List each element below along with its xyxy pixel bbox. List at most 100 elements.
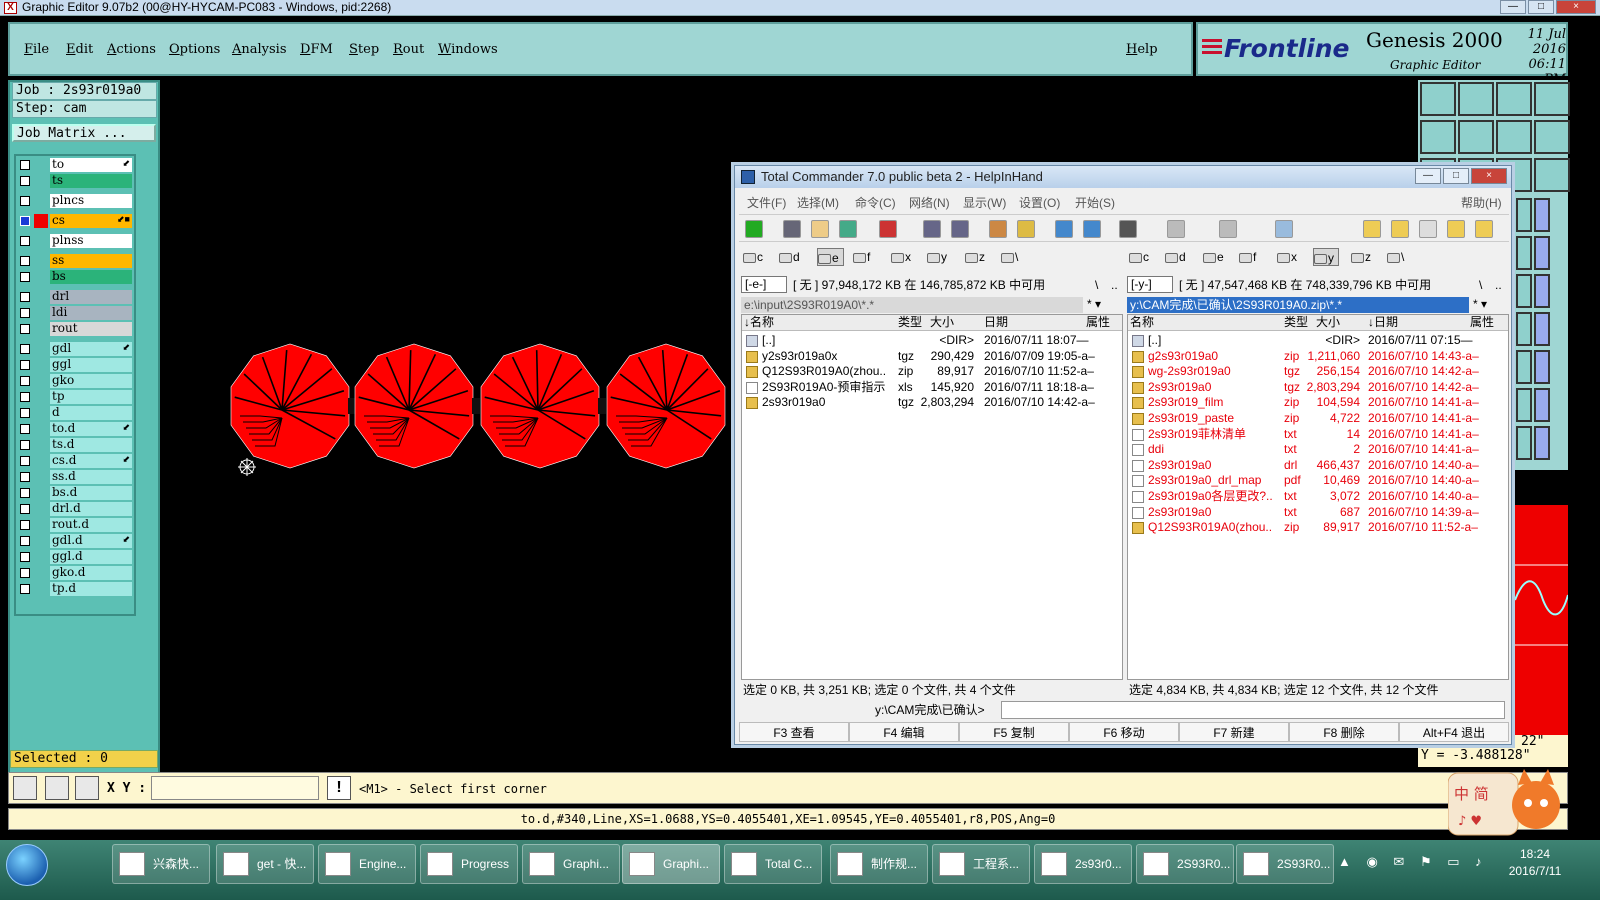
tc-toolbar-icon[interactable] <box>879 220 897 238</box>
menu-file[interactable]: File <box>24 42 49 57</box>
altf4-exit-button[interactable]: Alt+F4 退出 <box>1399 722 1509 742</box>
layer-row-d[interactable]: d <box>18 406 134 420</box>
graphic-canvas[interactable] <box>162 80 734 770</box>
tc-menu-command[interactable]: 命令(C) <box>855 194 896 211</box>
tool-button[interactable] <box>1420 120 1456 154</box>
menu-actions[interactable]: Actions <box>107 42 156 57</box>
file-row[interactable]: g2s93r019a0 zip 1,211,060 2016/07/10 14:43-… <box>1128 349 1508 365</box>
tool-button[interactable] <box>1534 236 1550 270</box>
menu-step[interactable]: Step <box>349 42 379 57</box>
file-row[interactable]: 2s93r019a0 tgz 2,803,294 2016/07/10 14:42-a… <box>742 395 1122 411</box>
tc-toolbar-icon[interactable] <box>1475 220 1493 238</box>
file-row[interactable]: wg-2s93r019a0 tgz 256,154 2016/07/10 14:42-… <box>1128 364 1508 380</box>
tool-button[interactable] <box>1496 82 1532 116</box>
tool-button[interactable] <box>1420 82 1456 116</box>
tc-toolbar-icon[interactable] <box>1119 220 1137 238</box>
tc-toolbar-icon[interactable] <box>951 220 969 238</box>
taskbar-item[interactable]: Progress <box>420 844 518 884</box>
taskbar-item[interactable]: 兴森快... <box>112 844 210 884</box>
right-drive-network[interactable]: \ <box>1387 248 1404 266</box>
layer-checkbox[interactable] <box>20 176 30 186</box>
taskbar-item[interactable]: Engine... <box>318 844 416 884</box>
pcb-board[interactable] <box>480 343 600 469</box>
left-drive-network[interactable]: \ <box>1001 248 1018 266</box>
file-row[interactable]: y2s93r019a0x tgz 290,429 2016/07/09 19:05-a… <box>742 349 1122 365</box>
tc-toolbar-icon[interactable] <box>923 220 941 238</box>
tc-toolbar-icon[interactable] <box>1055 220 1073 238</box>
layer-checkbox[interactable] <box>20 360 30 370</box>
layer-checkbox[interactable] <box>20 308 30 318</box>
tc-menu-view[interactable]: 显示(W) <box>963 194 1006 211</box>
layer-checkbox[interactable] <box>20 408 30 418</box>
layer-checkbox[interactable] <box>20 392 30 402</box>
right-drive-c[interactable]: c <box>1129 248 1149 266</box>
right-col-date[interactable]: ↓日期 <box>1368 315 1398 330</box>
left-file-panel[interactable]: ↓名称 类型 大小 日期 属性 [..] <DIR> 2016/07/11 18:0… <box>741 314 1123 680</box>
job-matrix-button[interactable]: Job Matrix ... <box>12 124 156 142</box>
right-drive-z[interactable]: z <box>1351 248 1371 266</box>
layer-row-bs-d[interactable]: bs.d <box>18 486 134 500</box>
f5-copy-button[interactable]: F5 复制 <box>959 722 1069 742</box>
tc-toolbar-icon[interactable] <box>1391 220 1409 238</box>
layer-row-gko-d[interactable]: gko.d <box>18 566 134 580</box>
menu-windows[interactable]: Windows <box>438 42 498 57</box>
right-drive-x[interactable]: x <box>1277 248 1297 266</box>
tc-menu-help[interactable]: 帮助(H) <box>1461 194 1502 211</box>
right-root-button[interactable]: \ <box>1479 276 1482 294</box>
pcb-board[interactable] <box>230 343 350 469</box>
layer-row-plncs[interactable]: plncs <box>18 194 134 208</box>
file-row[interactable]: 2s93r019a0 drl 466,437 2016/07/10 14:40-a– <box>1128 458 1508 474</box>
left-drive-e[interactable]: e <box>817 248 844 266</box>
tool-button[interactable] <box>1516 350 1532 384</box>
f7-new-button[interactable]: F7 新建 <box>1179 722 1289 742</box>
left-col-size[interactable]: 大小 <box>930 315 954 330</box>
tc-menu-network[interactable]: 网络(N) <box>909 194 950 211</box>
tool-button[interactable] <box>1516 198 1532 232</box>
left-drive-f[interactable]: f <box>853 248 870 266</box>
layer-row-bs[interactable]: bs <box>18 270 134 284</box>
layer-checkbox[interactable] <box>20 216 30 226</box>
tc-toolbar-icon[interactable] <box>811 220 829 238</box>
tool-button[interactable] <box>1534 120 1570 154</box>
layer-checkbox[interactable] <box>20 292 30 302</box>
taskbar-item[interactable]: get - 快... <box>216 844 314 884</box>
layer-checkbox[interactable] <box>20 536 30 546</box>
layer-row-ss-d[interactable]: ss.d <box>18 470 134 484</box>
layer-row-plnss[interactable]: plnss <box>18 234 134 248</box>
file-row[interactable]: 2S93R019A0-预审指示 xls 145,920 2016/07/11 18:1… <box>742 380 1122 396</box>
layer-checkbox[interactable] <box>20 344 30 354</box>
taskbar-item[interactable]: 2s93r0... <box>1034 844 1132 884</box>
layer-row-rout[interactable]: rout <box>18 322 134 336</box>
tool-button[interactable] <box>1534 82 1570 116</box>
close-button[interactable]: × <box>1556 0 1596 14</box>
layer-checkbox[interactable] <box>20 584 30 594</box>
right-path-history[interactable]: * ▾ <box>1473 297 1487 311</box>
right-col-name[interactable]: 名称 <box>1130 315 1154 330</box>
right-drive-e[interactable]: e <box>1203 248 1224 266</box>
layer-row-rout-d[interactable]: rout.d <box>18 518 134 532</box>
layer-checkbox[interactable] <box>20 568 30 578</box>
taskbar-item[interactable]: 2S93R0... <box>1236 844 1334 884</box>
minimize-button[interactable]: — <box>1500 0 1526 14</box>
taskbar-item[interactable]: Total C... <box>724 844 822 884</box>
file-row[interactable]: 2s93r019_film zip 104,594 2016/07/10 14:41-… <box>1128 395 1508 411</box>
menu-options[interactable]: Options <box>169 42 220 57</box>
left-up-button[interactable]: .. <box>1111 276 1118 294</box>
tc-toolbar-icon[interactable] <box>1083 220 1101 238</box>
taskbar-item[interactable]: Graphi... <box>522 844 620 884</box>
ime-mascot-icon[interactable]: 中 简 ♪ ♥ <box>1448 765 1562 845</box>
layer-checkbox[interactable] <box>20 504 30 514</box>
tool-button[interactable] <box>1496 120 1532 154</box>
maximize-button[interactable]: □ <box>1528 0 1554 14</box>
tool-button[interactable] <box>1458 120 1494 154</box>
tc-menu-file[interactable]: 文件(F) <box>747 194 786 211</box>
tool-button[interactable] <box>1516 426 1532 460</box>
layer-row-gdl-d[interactable]: gdl.d ⬋ <box>18 534 134 548</box>
taskbar-item[interactable]: 制作规... <box>830 844 928 884</box>
layer-checkbox[interactable] <box>20 472 30 482</box>
file-row[interactable]: 2s93r019a0_drl_map pdf 10,469 2016/07/10 14… <box>1128 473 1508 489</box>
file-row[interactable]: 2s93r019菲林清单 txt 14 2016/07/10 14:41-a– <box>1128 427 1508 443</box>
exclamation-button[interactable]: ! <box>327 776 351 800</box>
tc-toolbar-icon[interactable] <box>1275 220 1293 238</box>
tool-button[interactable] <box>1458 82 1494 116</box>
